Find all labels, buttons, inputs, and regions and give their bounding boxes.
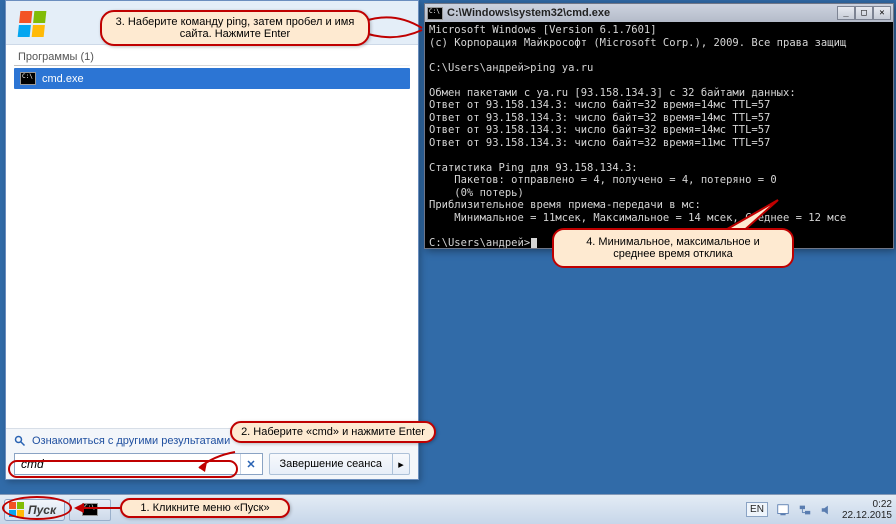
callout-3-text: 3. Наберите команду ping, затем пробел и… [110,16,360,40]
maximize-button[interactable]: □ [855,6,873,20]
volume-icon[interactable] [820,503,834,517]
console-output[interactable]: Microsoft Windows [Version 6.1.7601] (c)… [425,22,893,248]
arrow-1 [70,498,122,518]
clock-date: 22.12.2015 [842,510,892,521]
more-results-label: Ознакомиться с другими результатами [32,435,230,447]
caret [531,238,537,249]
callout-connector [366,10,426,50]
callout-2: 2. Наберите «cmd» и нажмите Enter [230,421,436,443]
search-result-cmd[interactable]: cmd.exe [14,68,410,89]
callout-1-text: 1. Кликните меню «Пуск» [140,502,269,514]
close-button[interactable]: ✕ [873,6,891,20]
callout-1: 1. Кликните меню «Пуск» [120,498,290,518]
language-indicator[interactable]: EN [746,502,768,517]
system-tray: EN 0:22 22.12.2015 [746,499,892,521]
start-menu-body: Программы (1) cmd.exe [6,45,418,428]
clock[interactable]: 0:22 22.12.2015 [842,499,892,521]
clock-time: 0:22 [842,499,892,510]
callout-4-text: 4. Минимальное, максимальное и среднее в… [586,236,760,260]
highlight-start [2,496,72,520]
clear-search-button[interactable]: ✕ [240,454,262,474]
windows-logo-icon [12,4,52,44]
start-menu-panel: Программы (1) cmd.exe Ознакомиться с дру… [5,0,419,480]
network-icon[interactable] [798,503,812,517]
search-icon [14,435,26,447]
separator [14,65,410,66]
chevron-right-icon[interactable]: ▸ [393,458,409,471]
power-options-button[interactable]: Завершение сеанса ▸ [269,453,410,475]
power-label: Завершение сеанса [270,454,393,474]
arrow-2 [195,450,239,474]
minimize-button[interactable]: _ [837,6,855,20]
action-center-icon[interactable] [776,503,790,517]
cmd-titlebar[interactable]: C:\Windows\system32\cmd.exe _ □ ✕ [425,4,893,22]
callout-3: 3. Наберите команду ping, затем пробел и… [100,10,370,46]
callout-4: 4. Минимальное, максимальное и среднее в… [552,228,794,268]
cmd-icon [20,72,36,85]
search-result-label: cmd.exe [42,73,84,85]
cmd-window: C:\Windows\system32\cmd.exe _ □ ✕ Micros… [424,3,894,249]
callout-2-text: 2. Наберите «cmd» и нажмите Enter [241,426,425,438]
cmd-title: C:\Windows\system32\cmd.exe [447,7,833,19]
cmd-icon [427,7,443,20]
search-group-label: Программы (1) [14,49,410,65]
